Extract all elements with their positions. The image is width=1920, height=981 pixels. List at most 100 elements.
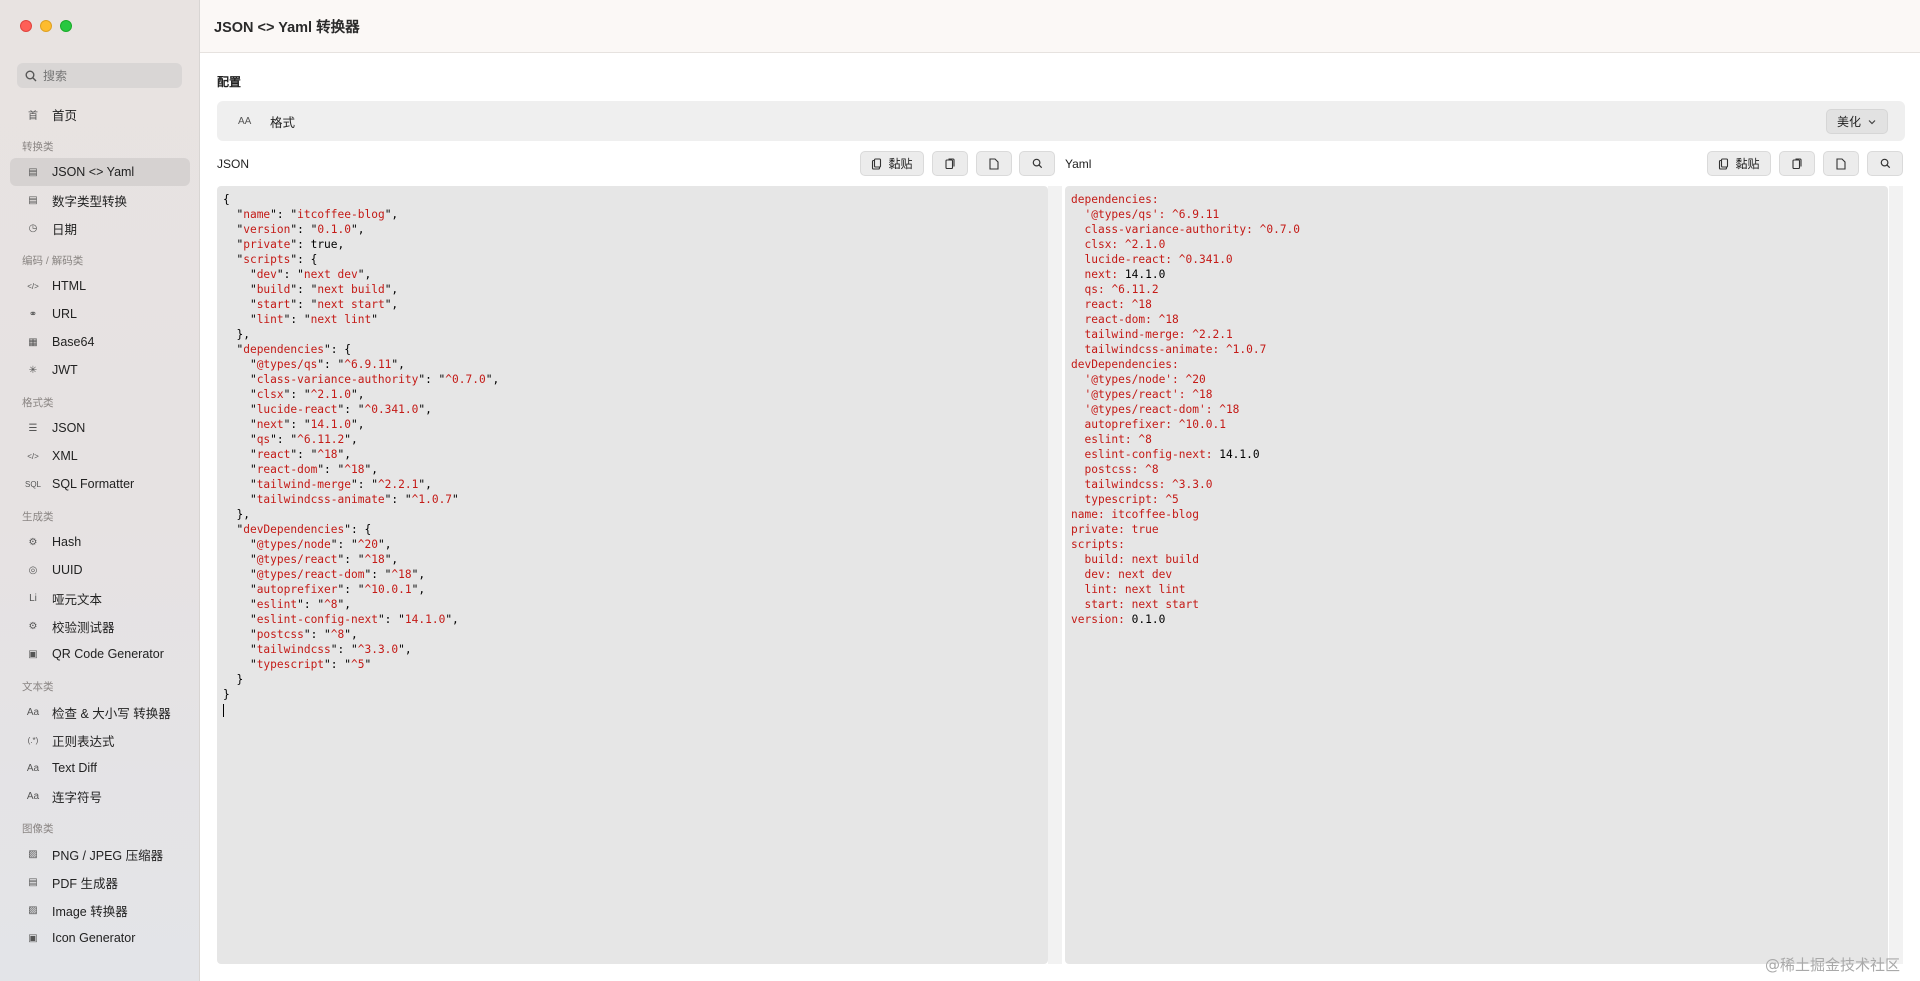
sidebar-item-icon: Aa <box>26 790 40 802</box>
yaml-open-file-button[interactable] <box>1823 151 1859 176</box>
window-controls <box>20 20 72 32</box>
sidebar-item-label: 校验测试器 <box>52 620 115 635</box>
format-label: 格式 <box>270 115 296 130</box>
json-open-file-button[interactable] <box>976 151 1012 176</box>
sidebar-item[interactable]: </> HTML <box>10 272 190 300</box>
yaml-copy-button[interactable] <box>1779 151 1815 176</box>
sidebar-item[interactable]: ▨ Image 转换器 <box>10 896 190 924</box>
sidebar-item[interactable]: ▣ Icon Generator <box>10 924 190 952</box>
paste-icon <box>1719 157 1729 170</box>
sidebar-item[interactable]: Aa Text Diff <box>10 754 190 782</box>
sidebar-item[interactable]: ▤ JSON <> Yaml <box>10 158 190 186</box>
sidebar-item-label: 日期 <box>52 222 78 237</box>
sidebar-item-icon: ⚙ <box>28 536 38 548</box>
sidebar-item-label: HTML <box>52 279 87 293</box>
sidebar-item-label: XML <box>52 449 78 463</box>
sidebar-item[interactable]: ⚙ 校验测试器 <box>10 612 190 640</box>
search-icon <box>1032 158 1042 169</box>
sidebar-section-title: 格式类 <box>22 397 54 409</box>
sidebar-item[interactable]: ⚭ URL <box>10 300 190 328</box>
sidebar-item[interactable]: ▤ 数字类型转换 <box>10 186 190 214</box>
sidebar-item[interactable]: ▤ PDF 生成器 <box>10 868 190 896</box>
sidebar-item[interactable]: </> XML <box>10 442 190 470</box>
yaml-editor[interactable]: dependencies: '@types/qs': ^6.9.11 class… <box>1065 186 1888 964</box>
sidebar-item[interactable]: (.*) 正则表达式 <box>10 726 190 754</box>
yaml-scrollbar[interactable] <box>1889 186 1903 964</box>
sidebar-item-label: 检查 & 大小写 转换器 <box>52 706 171 721</box>
sidebar-item-label: 首页 <box>52 108 78 123</box>
sidebar-item-icon: </> <box>27 451 39 461</box>
yaml-search-button[interactable] <box>1867 151 1903 176</box>
sidebar-nav: 首 首页转换类 ▤ JSON <> Yaml ▤ 数字类型转换 ◷ 日期编码 / 解码类 </>… <box>10 100 190 952</box>
sidebar-item[interactable]: Aa 检查 & 大小写 转换器 <box>10 698 190 726</box>
text-format-icon: AA <box>238 115 252 127</box>
sidebar-search[interactable] <box>17 63 182 88</box>
sidebar-item[interactable]: ▨ PNG / JPEG 压缩器 <box>10 840 190 868</box>
sidebar-item-label: Image 转换器 <box>52 904 128 919</box>
sidebar-item-icon: ▨ <box>28 848 38 860</box>
close-window-button[interactable] <box>20 20 32 32</box>
sidebar-item-label: QR Code Generator <box>52 647 164 661</box>
file-icon <box>989 157 999 170</box>
yaml-paste-button[interactable]: 黏贴 <box>1707 151 1771 176</box>
sidebar-item-label: PNG / JPEG 压缩器 <box>52 848 164 863</box>
sidebar-item[interactable]: ▣ QR Code Generator <box>10 640 190 668</box>
sidebar-item-label: JWT <box>52 363 78 377</box>
json-copy-button[interactable] <box>932 151 968 176</box>
format-select[interactable]: 美化 <box>1826 109 1888 134</box>
format-config-row: AA 格式 美化 <box>217 101 1905 141</box>
sidebar-item-label: JSON <> Yaml <box>52 165 135 179</box>
sidebar-item[interactable]: ☰ JSON <box>10 414 190 442</box>
sidebar-item[interactable]: ✳ JWT <box>10 356 190 384</box>
sidebar-item-icon: ▨ <box>28 904 38 916</box>
sidebar-item-label: 连字符号 <box>52 790 103 805</box>
search-icon <box>25 70 37 81</box>
sidebar: 首 首页转换类 ▤ JSON <> Yaml ▤ 数字类型转换 ◷ 日期编码 / 解码类 </>… <box>0 0 200 981</box>
sidebar-item-icon: ▤ <box>28 194 38 206</box>
format-select-value: 美化 <box>1836 115 1861 129</box>
sidebar-item-label: 哑元文本 <box>52 592 103 607</box>
sidebar-section-title: 编码 / 解码类 <box>22 255 84 267</box>
sidebar-item-label: Hash <box>52 535 82 549</box>
sidebar-item[interactable]: ⚙ Hash <box>10 528 190 556</box>
sidebar-item[interactable]: ◷ 日期 <box>10 214 190 242</box>
sidebar-section-title: 转换类 <box>22 141 54 153</box>
json-paste-button[interactable]: 黏贴 <box>860 151 924 176</box>
sidebar-item-icon: ▣ <box>28 932 38 944</box>
sidebar-item-icon: ▤ <box>28 876 38 888</box>
sidebar-item-icon: Li <box>29 592 37 604</box>
sidebar-item[interactable]: SQL SQL Formatter <box>10 470 190 498</box>
yaml-paste-label: 黏贴 <box>1735 157 1760 171</box>
sidebar-item[interactable]: ◎ UUID <box>10 556 190 584</box>
sidebar-item-label: URL <box>52 307 78 321</box>
main-content: 配置 AA 格式 美化 JSON 黏贴 { "name": "itcoffee-… <box>200 53 1920 981</box>
sidebar-section-title: 文本类 <box>22 681 54 693</box>
sidebar-item-icon: ☰ <box>28 422 38 434</box>
minimize-window-button[interactable] <box>40 20 52 32</box>
sidebar-item-icon: ⚙ <box>28 620 38 632</box>
copy-icon <box>1792 157 1802 169</box>
zoom-window-button[interactable] <box>60 20 72 32</box>
sidebar-item[interactable]: ▦ Base64 <box>10 328 190 356</box>
json-paste-label: 黏贴 <box>888 157 913 171</box>
json-editor[interactable]: { "name": "itcoffee-blog", "version": "0… <box>217 186 1048 964</box>
sidebar-item-icon: ▦ <box>28 336 38 348</box>
sidebar-item-icon: ▤ <box>28 166 38 178</box>
sidebar-item-icon: </> <box>27 281 39 291</box>
sidebar-section-title: 图像类 <box>22 823 54 835</box>
config-label: 配置 <box>217 75 242 89</box>
sidebar-item-icon: Aa <box>26 706 40 718</box>
json-pane-title: JSON <box>217 156 250 171</box>
json-search-button[interactable] <box>1019 151 1055 176</box>
sidebar-item[interactable]: Aa 连字符号 <box>10 782 190 810</box>
sidebar-item-icon: 首 <box>28 110 38 122</box>
sidebar-section-title: 生成类 <box>22 511 54 523</box>
pane-divider[interactable] <box>1048 186 1062 964</box>
sidebar-item[interactable]: 首 首页 <box>10 100 190 128</box>
yaml-code: dependencies: '@types/qs': ^6.9.11 class… <box>1071 193 1301 626</box>
search-input[interactable] <box>41 67 175 84</box>
sidebar-item[interactable]: Li 哑元文本 <box>10 584 190 612</box>
sidebar-item-icon: SQL <box>25 479 42 489</box>
watermark: @稀土掘金技术社区 <box>1764 956 1900 974</box>
sidebar-item-label: 正则表达式 <box>52 734 115 749</box>
